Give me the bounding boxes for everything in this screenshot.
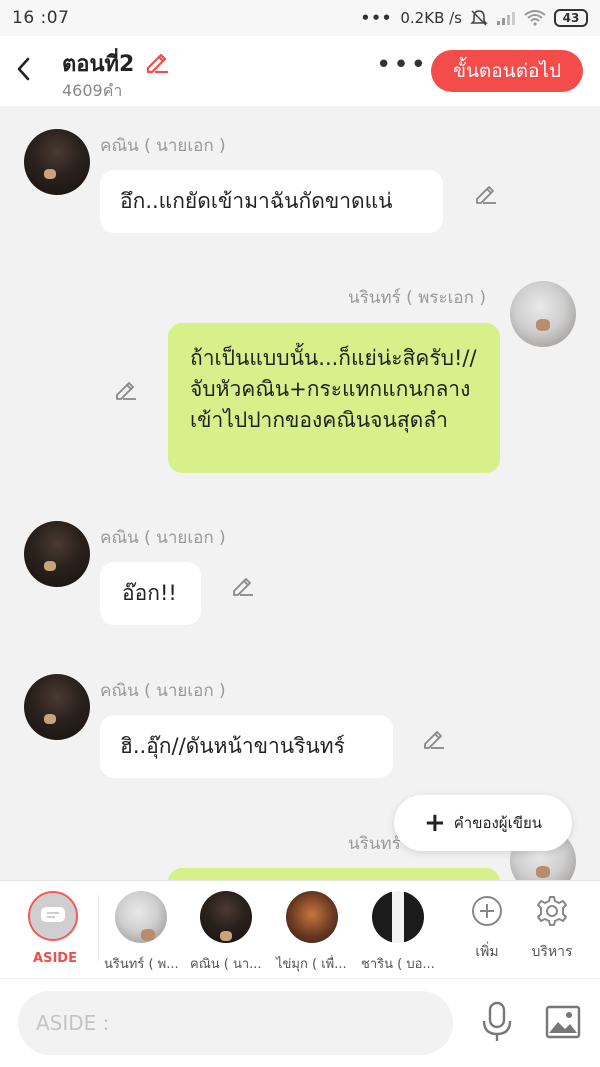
message-text: อึก..แกยัดเข้ามาฉันกัดขาดแน่ [120,189,393,213]
avatar-kanin[interactable] [24,521,90,587]
message-bubble[interactable]: ฮิ..อุ๊ก//ดันหน้าขานรินทร์ [100,715,393,778]
character-name: นรินทร์ ( พ... [104,957,179,972]
add-label[interactable]: เพิ่ม [457,941,517,963]
add-character-icon[interactable] [471,895,503,927]
character-name: ไข่มุก ( เพื่... [276,957,347,972]
avatar-kanin[interactable] [24,674,90,740]
avatar-narin[interactable] [510,281,576,347]
message-text: ถ้าเป็นแบบนั้น...ก็แย่น่ะสิครับ!//จับหัว… [190,346,477,432]
network-speed: 0.2KB /s [400,9,462,27]
edit-message-pencil-icon[interactable] [422,727,446,751]
signal-icon [497,12,515,25]
input-bar [0,978,600,1067]
message-text: อ๊อก!! [122,581,177,605]
character-avatar-charin[interactable] [372,891,424,943]
aside-button[interactable] [28,891,78,941]
plus-icon: + [423,808,446,838]
edit-message-pencil-icon[interactable] [231,574,255,598]
message-bubble[interactable]: ถ้าเป็นแบบนั้น...ก็แย่น่ะสิครับ!//จับหัว… [168,323,500,473]
battery-indicator: 43 [554,9,588,27]
status-time: 16 :07 [12,8,70,28]
speaker-name: คณิน ( นายเอก ) [100,528,226,548]
speaker-name: คณิน ( นายเอก ) [100,681,226,701]
speaker-name: นรินทร์ [348,834,401,854]
wifi-icon [524,10,546,26]
message-bubble[interactable] [168,868,500,880]
back-arrow-icon[interactable] [12,56,38,82]
character-avatar-khaimuk[interactable] [286,891,338,943]
more-options-icon[interactable]: ••• [376,52,426,80]
image-icon[interactable] [545,1005,581,1039]
more-dots-icon: ••• [360,9,393,27]
aside-label: ASIDE [33,951,77,966]
status-bar: 16 :07 ••• 0.2KB /s 43 [0,0,600,36]
message-bubble[interactable]: อึก..แกยัดเข้ามาฉันกัดขาดแน่ [100,170,443,233]
message-input[interactable] [18,991,453,1055]
character-name: คณิน ( นา... [190,957,262,972]
status-icons: ••• 0.2KB /s 43 [361,7,588,29]
edit-message-pencil-icon[interactable] [114,378,138,402]
message-text: ฮิ..อุ๊ก//ดันหน้าขานรินทร์ [120,734,345,758]
speaker-name: คณิน ( นายเอก ) [100,136,226,156]
message-bubble[interactable]: อ๊อก!! [100,562,201,625]
episode-title[interactable]: ตอนที่2 [62,46,134,81]
avatar-kanin[interactable] [24,129,90,195]
divider [98,895,99,961]
chat-bubble-icon [41,907,65,922]
edit-message-pencil-icon[interactable] [474,182,498,206]
speaker-name: นรินทร์ ( พระเอก ) [348,288,486,308]
mute-bell-icon [470,10,488,26]
character-avatar-narin[interactable] [115,891,167,943]
next-step-button[interactable]: ขั้นตอนต่อไป [431,50,583,92]
manage-label[interactable]: บริหาร [522,941,582,963]
author-note-label: คำของผู้เขียน [453,814,543,832]
chat-area[interactable]: คณิน ( นายเอก ) อึก..แกยัดเข้ามาฉันกัดขา… [0,106,600,880]
character-avatar-kanin[interactable] [200,891,252,943]
word-count: 4609คำ [62,81,123,100]
microphone-icon[interactable] [480,1001,514,1043]
character-bar: ASIDE นรินทร์ ( พ... คณิน ( นา... ไข่มุก… [0,880,600,978]
gear-icon[interactable] [536,895,568,927]
character-name: ชาริน ( บอ... [361,957,435,972]
top-header: ตอนที่2 4609คำ ••• ขั้นตอนต่อไป [0,36,600,106]
edit-title-pencil-icon[interactable] [144,48,170,74]
author-note-button[interactable]: + คำของผู้เขียน [394,795,572,851]
